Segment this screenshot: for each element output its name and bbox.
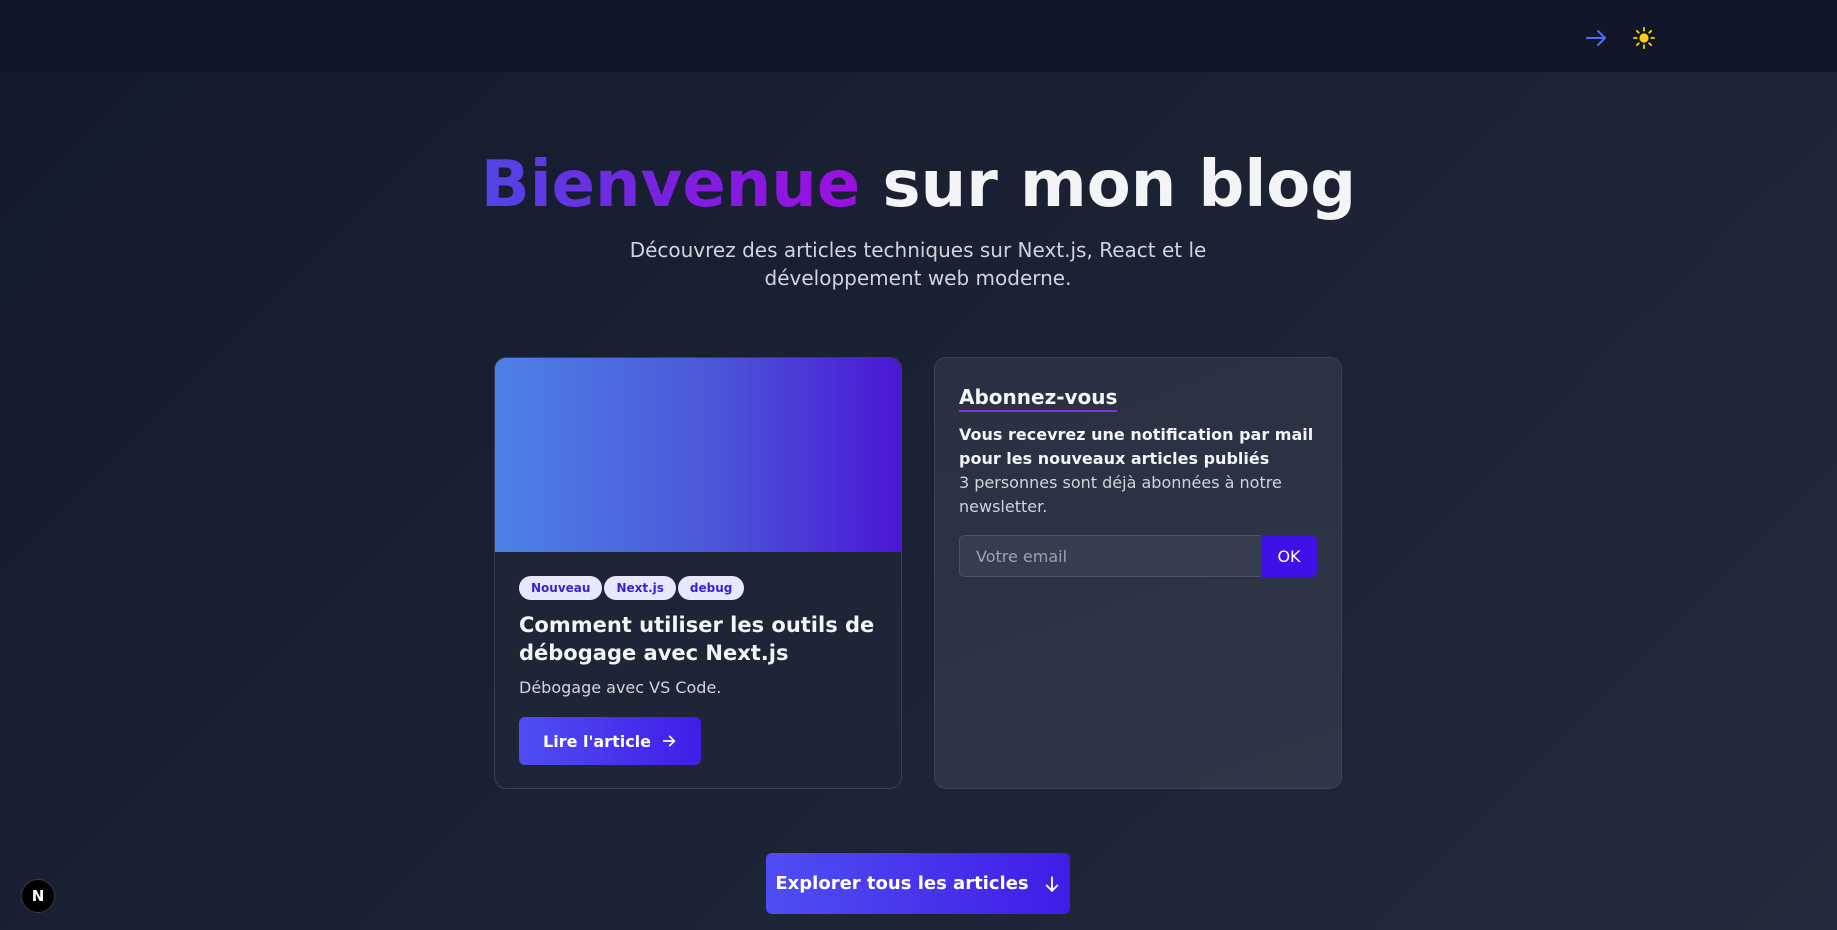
article-card: Nouveau Next.js debug Comment utiliser l… [494,357,902,789]
tag-debug: debug [677,576,745,600]
tag-nextjs: Next.js [604,576,676,600]
title-highlight: Bienvenue [480,148,861,222]
newsletter-headline: Vous recevrez une notification par mail … [959,425,1314,468]
arrow-right-icon [1586,30,1606,46]
login-button[interactable] [1580,22,1612,54]
tag-nouveau: Nouveau [519,576,603,600]
arrow-down-icon [1045,875,1058,892]
read-article-button[interactable]: Lire l'article [519,717,702,765]
top-navbar [0,0,1837,72]
subscribe-button[interactable]: OK [1261,535,1317,577]
title-rest: sur mon blog [860,148,1357,222]
sun-icon [1633,27,1655,49]
newsletter-subscriber-count: 3 personnes sont déjà abonnées à notre n… [959,473,1282,516]
article-description: Débogage avec VS Code. [519,678,722,697]
article-tags: Nouveau Next.js debug [519,576,745,600]
article-cover-image [495,358,901,552]
theme-toggle-button[interactable] [1628,22,1660,54]
page-title: Bienvenue sur mon blog [0,145,1837,225]
newsletter-card: Abonnez-vous Vous recevrez une notificat… [934,357,1342,789]
email-input[interactable] [959,535,1261,577]
explore-articles-button[interactable]: Explorer tous les articles [766,853,1070,914]
newsletter-form: OK [959,535,1317,577]
nextjs-logo-icon: N [31,887,45,905]
explore-articles-label: Explorer tous les articles [775,873,1029,894]
article-title: Comment utiliser les outils de débogage … [519,613,875,665]
arrow-right-icon [662,735,676,747]
newsletter-title: Abonnez-vous [959,384,1118,412]
page-subtitle: Découvrez des articles techniques sur Ne… [629,238,1207,290]
nextjs-dev-indicator[interactable]: N [21,879,55,913]
read-article-label: Lire l'article [543,731,652,751]
